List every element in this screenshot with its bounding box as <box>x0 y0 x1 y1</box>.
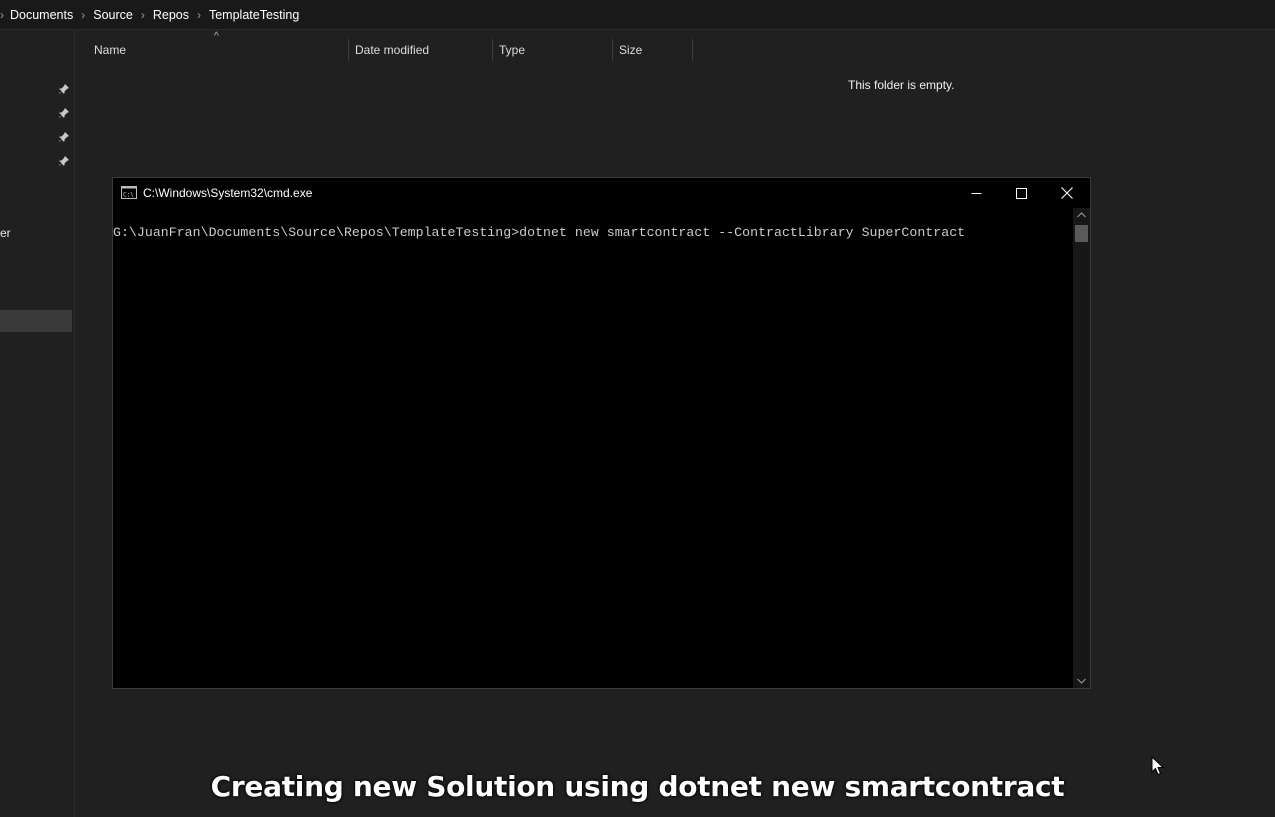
cmd-window[interactable]: C:\ C:\Windows\System32\cmd.exe G:\JuanF… <box>112 177 1091 689</box>
maximize-button[interactable] <box>998 178 1044 208</box>
close-button[interactable] <box>1044 178 1090 208</box>
chevron-right-icon[interactable]: › <box>197 9 201 21</box>
minimize-icon <box>971 192 981 194</box>
column-header-size[interactable]: Size <box>613 37 692 63</box>
console-line: G:\JuanFran\Documents\Source\Repos\Templ… <box>113 225 966 240</box>
scrollbar-thumb[interactable] <box>1075 225 1088 242</box>
column-headers: ^ Name Date modified Type Size <box>76 31 1275 63</box>
chevron-down-icon <box>1077 678 1086 684</box>
scroll-down-button[interactable] <box>1073 674 1090 688</box>
pin-icon[interactable] <box>58 155 70 167</box>
pin-icon[interactable] <box>58 131 70 143</box>
pin-icon[interactable] <box>58 107 70 119</box>
scroll-up-button[interactable] <box>1073 208 1090 222</box>
maximize-icon <box>1015 187 1027 199</box>
chevron-right-icon[interactable]: › <box>81 9 85 21</box>
breadcrumb-documents[interactable]: Documents <box>10 8 73 22</box>
cmd-window-title: C:\Windows\System32\cmd.exe <box>143 186 313 200</box>
breadcrumb-source[interactable]: Source <box>93 8 133 22</box>
chevron-up-icon <box>1077 212 1086 218</box>
console-icon: C:\ <box>121 186 137 199</box>
vertical-scrollbar[interactable] <box>1073 208 1090 688</box>
video-caption: Creating new Solution using dotnet new s… <box>210 770 1065 803</box>
mouse-cursor-icon <box>1151 756 1165 776</box>
breadcrumb-templatetesting[interactable]: TemplateTesting <box>209 8 299 22</box>
empty-folder-message: This folder is empty. <box>848 78 955 92</box>
chevron-right-icon[interactable]: › <box>0 9 4 21</box>
console-output[interactable]: G:\JuanFran\Documents\Source\Repos\Templ… <box>113 208 1073 688</box>
column-header-name[interactable]: Name <box>88 37 348 63</box>
address-bar[interactable]: › Documents › Source › Repos › TemplateT… <box>0 0 1275 30</box>
column-header-date-modified[interactable]: Date modified <box>349 37 492 63</box>
column-header-type[interactable]: Type <box>493 37 612 63</box>
nav-item-selected[interactable] <box>0 310 72 332</box>
navigation-pane[interactable]: er <box>0 30 75 817</box>
column-divider[interactable] <box>692 39 693 61</box>
svg-text:C:\: C:\ <box>123 192 134 199</box>
minimize-button[interactable] <box>953 178 999 208</box>
chevron-right-icon[interactable]: › <box>141 9 145 21</box>
cmd-titlebar[interactable]: C:\ C:\Windows\System32\cmd.exe <box>113 178 1090 208</box>
close-icon <box>1061 187 1073 199</box>
breadcrumb-repos[interactable]: Repos <box>153 8 189 22</box>
pin-icon[interactable] <box>58 83 70 95</box>
nav-item-label[interactable]: er <box>0 226 11 240</box>
